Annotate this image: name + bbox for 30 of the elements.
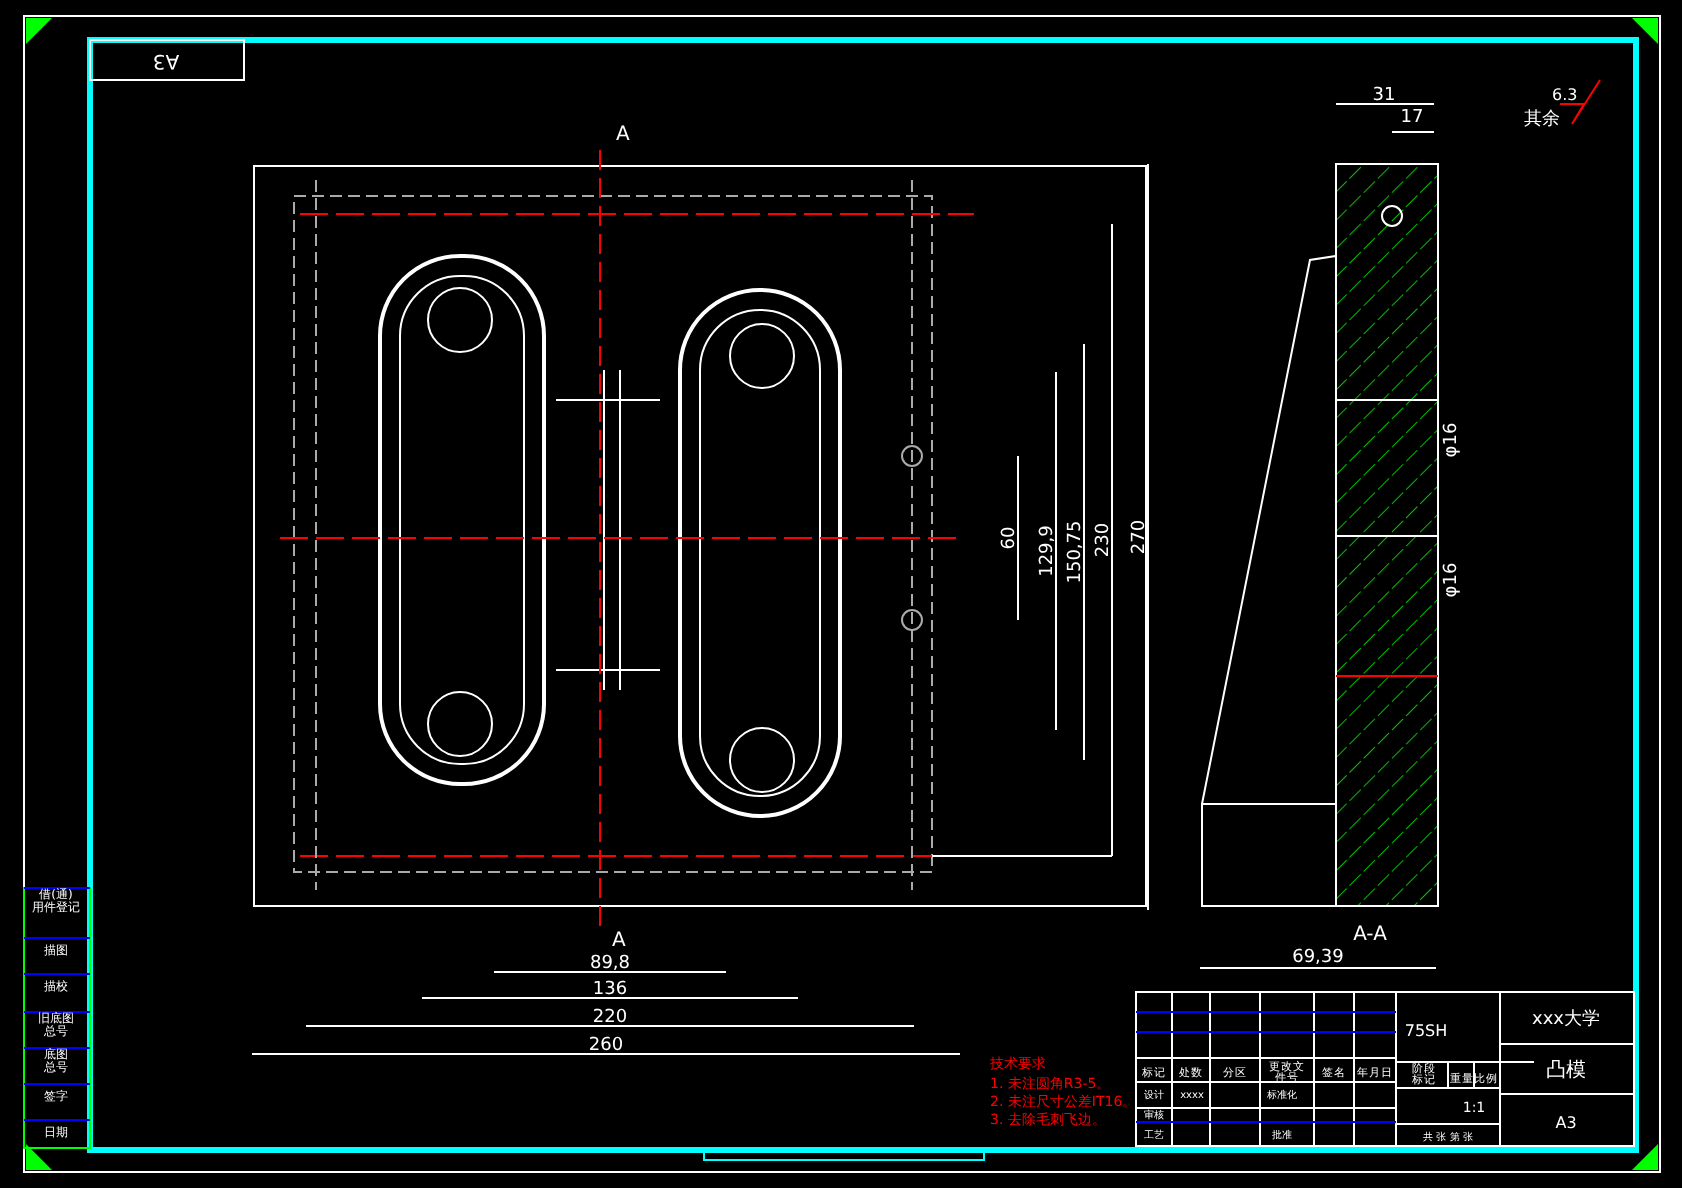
roughness-value: 6.3: [1552, 86, 1578, 104]
sheet-label: A3: [152, 48, 180, 71]
part-name: 凸模: [1546, 1060, 1586, 1082]
dimension-value: 150,75: [1066, 520, 1086, 584]
corner-mark: [26, 18, 52, 44]
sheet-size: A3: [1555, 1114, 1577, 1132]
dimension-value: 270: [1130, 519, 1150, 555]
dimension-value: 129,9: [1038, 525, 1058, 577]
dimension-value: 136: [592, 980, 628, 1000]
dimension-value: 89,8: [589, 954, 631, 974]
school-name: xxx大学: [1532, 1010, 1600, 1030]
dimension-line: [1391, 131, 1435, 133]
section-mark: A: [616, 124, 630, 146]
roughness-label: 其余: [1524, 110, 1560, 130]
dimension-value: 69,39: [1292, 948, 1344, 968]
dimension-value: 260: [588, 1036, 624, 1056]
corner-mark: [26, 1144, 52, 1170]
drawing-number: 75SH: [1404, 1022, 1448, 1040]
dimension-value: φ16: [1442, 562, 1462, 598]
dimension-value: 220: [592, 1008, 628, 1028]
dimension-value: φ16: [1442, 422, 1462, 458]
dimension-value: 60: [1000, 526, 1020, 550]
dimension-value: 31: [1372, 86, 1396, 106]
section-title: A-A: [1353, 924, 1387, 946]
corner-mark: [1632, 1144, 1658, 1170]
corner-mark: [1632, 18, 1658, 44]
dimension-value: 17: [1400, 108, 1424, 128]
section-mark: A: [612, 930, 626, 952]
dimension-value: 230: [1094, 522, 1114, 558]
dimension-line: [1335, 103, 1435, 105]
